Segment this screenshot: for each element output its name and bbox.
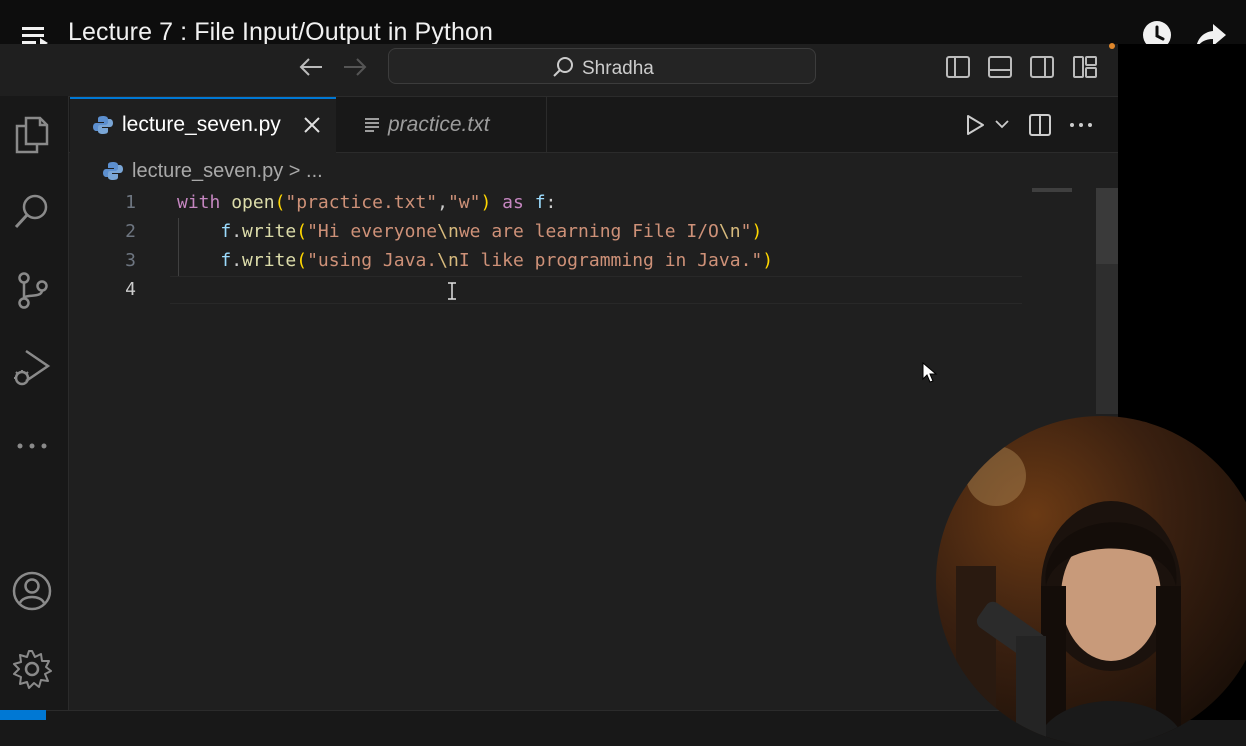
notification-dot	[1109, 43, 1115, 49]
remote-indicator[interactable]	[0, 710, 46, 720]
minimap[interactable]	[1032, 188, 1072, 192]
toggle-primary-sidebar-icon[interactable]	[945, 55, 971, 79]
settings-gear-icon[interactable]	[12, 649, 52, 689]
forward-arrow-icon[interactable]	[342, 56, 368, 78]
run-debug-icon[interactable]	[12, 348, 52, 388]
breadcrumb-rest[interactable]: ...	[306, 160, 323, 182]
current-line-highlight	[170, 276, 1022, 304]
code-line-2[interactable]: f.write("Hi everyone\nwe are learning Fi…	[177, 221, 762, 242]
text-cursor-icon	[448, 282, 456, 300]
vertical-scrollbar[interactable]	[1096, 188, 1118, 264]
tab-label[interactable]: practice.txt	[388, 113, 490, 137]
source-control-icon[interactable]	[12, 270, 52, 310]
run-icon[interactable]	[964, 114, 986, 136]
presenter-webcam	[936, 416, 1246, 746]
text-file-icon	[365, 118, 379, 132]
video-title[interactable]: Lecture 7 : File Input/Output in Python	[68, 18, 493, 47]
code-line-3[interactable]: f.write("using Java.\nI like programming…	[177, 250, 773, 271]
line-number: 1	[125, 192, 136, 213]
python-file-icon	[103, 162, 123, 180]
toggle-secondary-sidebar-icon[interactable]	[1029, 55, 1055, 79]
close-icon[interactable]	[303, 116, 321, 134]
chevron-down-icon[interactable]	[995, 118, 1009, 130]
explorer-icon[interactable]	[12, 114, 52, 154]
status-bar	[0, 710, 1118, 721]
line-number: 2	[125, 221, 136, 242]
breadcrumb[interactable]: lecture_seven.py > ...	[132, 160, 323, 183]
breadcrumb-file[interactable]: lecture_seven.py	[132, 160, 283, 182]
search-icon	[553, 57, 573, 77]
search-icon[interactable]	[12, 192, 52, 232]
back-arrow-icon[interactable]	[298, 56, 324, 78]
tab-label[interactable]: lecture_seven.py	[122, 113, 281, 137]
account-icon[interactable]	[12, 571, 52, 611]
activity-bar	[0, 96, 69, 710]
more-icon[interactable]	[12, 426, 52, 466]
python-file-icon	[93, 116, 113, 134]
more-actions-icon[interactable]	[1068, 113, 1094, 137]
customize-layout-icon[interactable]	[1072, 55, 1098, 79]
presenter-image	[956, 446, 1186, 746]
toggle-panel-icon[interactable]	[987, 55, 1013, 79]
mouse-pointer-icon	[922, 362, 938, 383]
breadcrumb-separator: >	[288, 160, 301, 182]
line-number: 3	[125, 250, 136, 271]
line-number-active: 4	[125, 279, 136, 300]
split-editor-icon[interactable]	[1028, 113, 1052, 137]
command-center-text[interactable]: Shradha	[582, 58, 654, 80]
code-line-1[interactable]: with open("practice.txt","w") as f:	[177, 192, 556, 213]
scrollbar-track[interactable]	[1096, 264, 1118, 414]
